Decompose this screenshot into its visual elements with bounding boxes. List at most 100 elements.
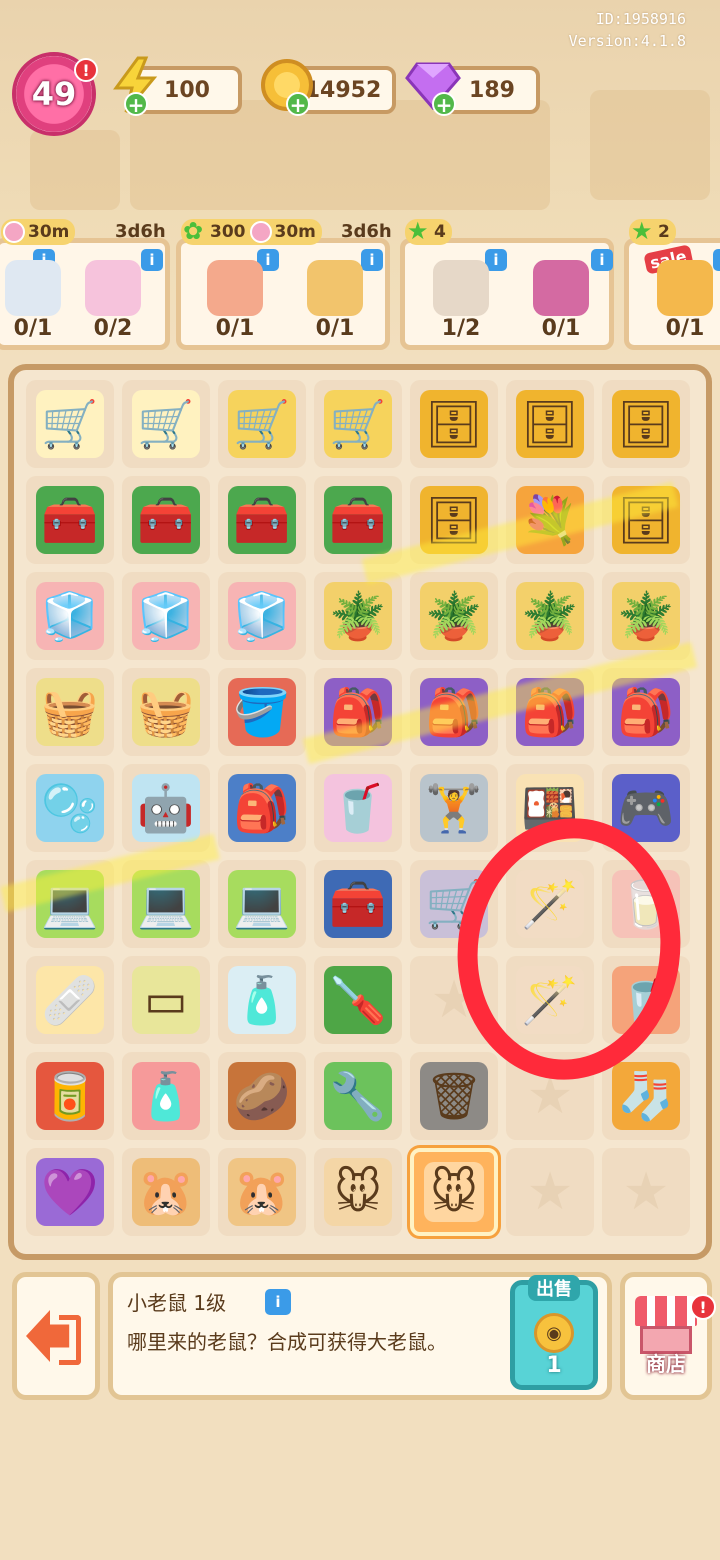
duck-cart-glyph: 🛒 xyxy=(137,396,195,451)
cabinet-glyph: 🗄 xyxy=(520,396,580,451)
plant-pot-glyph: 🪴 xyxy=(521,588,579,643)
board-cell-lavender[interactable]: 💜 xyxy=(26,1148,114,1236)
board-cell-first-aid[interactable]: 🩹 xyxy=(26,956,114,1044)
board-cell-mouse-selected[interactable]: 🐭 xyxy=(410,1148,498,1236)
door-icon xyxy=(59,1315,81,1365)
board-cell-milk[interactable]: 🥛 xyxy=(602,860,690,948)
board-cell-toolbox[interactable]: 🧰 xyxy=(314,860,402,948)
board-cell-bottle[interactable]: 🧴 xyxy=(218,956,306,1044)
board-cell-lotion[interactable]: 🧴 xyxy=(122,1052,210,1140)
board-cell-hamsters[interactable]: 🐹 xyxy=(122,1148,210,1236)
shaker-glyph: 🥤 xyxy=(329,780,387,835)
board-cell-console[interactable]: 🎮 xyxy=(602,764,690,852)
plant-pot-glyph: 🪴 xyxy=(425,588,483,643)
board-cell-cup[interactable]: 🥤 xyxy=(602,956,690,1044)
first-aid-glyph: 🩹 xyxy=(41,972,99,1027)
board-cell-potato[interactable]: 🥔 xyxy=(218,1052,306,1140)
item-info-icon[interactable]: i xyxy=(265,1289,291,1315)
board-cell-yellow-cart[interactable]: 🛒 xyxy=(218,380,306,468)
board-cell-plant-pot[interactable]: 🪴 xyxy=(314,572,402,660)
pink-fridge-glyph: 🧊 xyxy=(41,588,99,643)
star-icon: ✿ xyxy=(183,217,204,245)
board-cell-pink-fridge[interactable]: 🧊 xyxy=(218,572,306,660)
board-cell-hamster[interactable]: 🐹 xyxy=(218,1148,306,1236)
version-label: Version:4.1.8 xyxy=(568,32,686,50)
coin-add-button[interactable]: + xyxy=(286,92,310,116)
board-cell-empty[interactable] xyxy=(506,1052,594,1140)
milk-glyph: 🥛 xyxy=(617,876,675,931)
board-cell-green-box[interactable]: 🧰 xyxy=(26,476,114,564)
board-cell-empty[interactable] xyxy=(506,1148,594,1236)
board-cell-duck-cart[interactable]: 🛒 xyxy=(26,380,114,468)
board-cell-green-box[interactable]: 🧰 xyxy=(122,476,210,564)
order-2-expiry: 3d6h xyxy=(341,221,392,242)
exit-button[interactable] xyxy=(12,1272,100,1400)
lotion-glyph: 🧴 xyxy=(137,1068,195,1123)
board-cell-bucket[interactable]: 🪣 xyxy=(218,668,306,756)
board-cell-shaker[interactable]: 🥤 xyxy=(314,764,402,852)
sell-value: 1 xyxy=(546,1353,562,1378)
order-item: 1/2 xyxy=(421,249,501,341)
board-cell-washer[interactable]: 🫧 xyxy=(26,764,114,852)
mouse-glyph: 🐭 xyxy=(334,1165,382,1219)
sell-button[interactable]: 出售 ◉ 1 xyxy=(510,1275,598,1390)
gem-value: 189 xyxy=(469,77,515,103)
pink-fridge-glyph: 🧊 xyxy=(137,588,195,643)
lavender-glyph: 💜 xyxy=(41,1164,99,1219)
board-cell-sock[interactable]: 🧦 xyxy=(602,1052,690,1140)
coin-value: 14952 xyxy=(304,77,382,103)
board-cell-pink-fridge[interactable]: 🧊 xyxy=(26,572,114,660)
board-cell-trash-bag[interactable]: 🗑 xyxy=(410,1052,498,1140)
grip-glyph: 🏋 xyxy=(425,780,483,835)
board-cell-screwdriver[interactable]: 🪛 xyxy=(314,956,402,1044)
board-cell-soda-can[interactable]: 🥫 xyxy=(26,1052,114,1140)
board-cell-laptop[interactable]: 💻 xyxy=(218,860,306,948)
gem-add-button[interactable]: + xyxy=(432,92,456,116)
board-cell-empty[interactable] xyxy=(410,956,498,1044)
clock-icon xyxy=(3,221,25,243)
board-cell-pipe[interactable]: 🔧 xyxy=(314,1052,402,1140)
board-cell-grip[interactable]: 🏋 xyxy=(410,764,498,852)
cup-glyph: 🥤 xyxy=(617,972,675,1027)
green-box-glyph: 🧰 xyxy=(329,492,387,547)
item-description: 哪里来的老鼠？合成可获得大老鼠。 xyxy=(127,1330,447,1354)
board-cell-basket[interactable]: 🧺 xyxy=(122,668,210,756)
board-cell-yellow-cart[interactable]: 🛒 xyxy=(314,380,402,468)
energy-add-button[interactable]: + xyxy=(124,92,148,116)
pink-fridge-glyph: 🧊 xyxy=(233,588,291,643)
dish-glyph: 🍱 xyxy=(521,780,579,835)
board-cell-basket[interactable]: 🧺 xyxy=(26,668,114,756)
order-4-reward: ★ 2 xyxy=(629,219,676,245)
basket-glyph: 🧺 xyxy=(137,684,195,739)
sell-label: 出售 xyxy=(528,1275,580,1301)
tray-glyph: ▭ xyxy=(144,973,188,1027)
order-1-expiry: 3d6h xyxy=(115,221,166,242)
board-cell-plant-pot[interactable]: 🪴 xyxy=(506,572,594,660)
board-cell-backpack[interactable]: 🎒 xyxy=(218,764,306,852)
laptop-glyph: 💻 xyxy=(233,876,291,931)
board-cell-cabinet[interactable]: 🗄 xyxy=(506,380,594,468)
order-card-1[interactable]: 30m 3d6h i i 0/1 0/2 xyxy=(0,219,170,350)
board-cell-green-box[interactable]: 🧰 xyxy=(314,476,402,564)
green-box-glyph: 🧰 xyxy=(41,492,99,547)
laptop-glyph: 💻 xyxy=(137,876,195,931)
board-cell-empty[interactable] xyxy=(602,1148,690,1236)
order-card-3[interactable]: ★ 4 i i 1/2 0/1 xyxy=(400,219,614,350)
board-cell-tray[interactable]: ▭ xyxy=(122,956,210,1044)
board-cell-pink-fridge[interactable]: 🧊 xyxy=(122,572,210,660)
board-cell-plant-pot[interactable]: 🪴 xyxy=(410,572,498,660)
backpack-glyph: 🎒 xyxy=(233,780,291,835)
board-cell-cabinet[interactable]: 🗄 xyxy=(410,380,498,468)
trash-bag-glyph: 🗑 xyxy=(424,1068,484,1123)
order-card-2[interactable]: ✿ 300 30m 3d6h i i 0/1 0/1 xyxy=(176,219,392,350)
board-cell-duck-cart[interactable]: 🛒 xyxy=(122,380,210,468)
board-cell-green-box[interactable]: 🧰 xyxy=(218,476,306,564)
board-cell-dish[interactable]: 🍱 xyxy=(506,764,594,852)
shop-button[interactable]: 商店 xyxy=(620,1272,712,1400)
board-cell-cabinet[interactable]: 🗄 xyxy=(602,380,690,468)
board-cell-magic-wand[interactable]: 🪄 xyxy=(506,956,594,1044)
order-card-4[interactable]: ★2 sale i 0/1 xyxy=(624,219,720,350)
board-cell-mouse[interactable]: 🐭 xyxy=(314,1148,402,1236)
board-cell-cart[interactable]: 🛒 xyxy=(410,860,498,948)
board-cell-magic-wand[interactable]: 🪄 xyxy=(506,860,594,948)
